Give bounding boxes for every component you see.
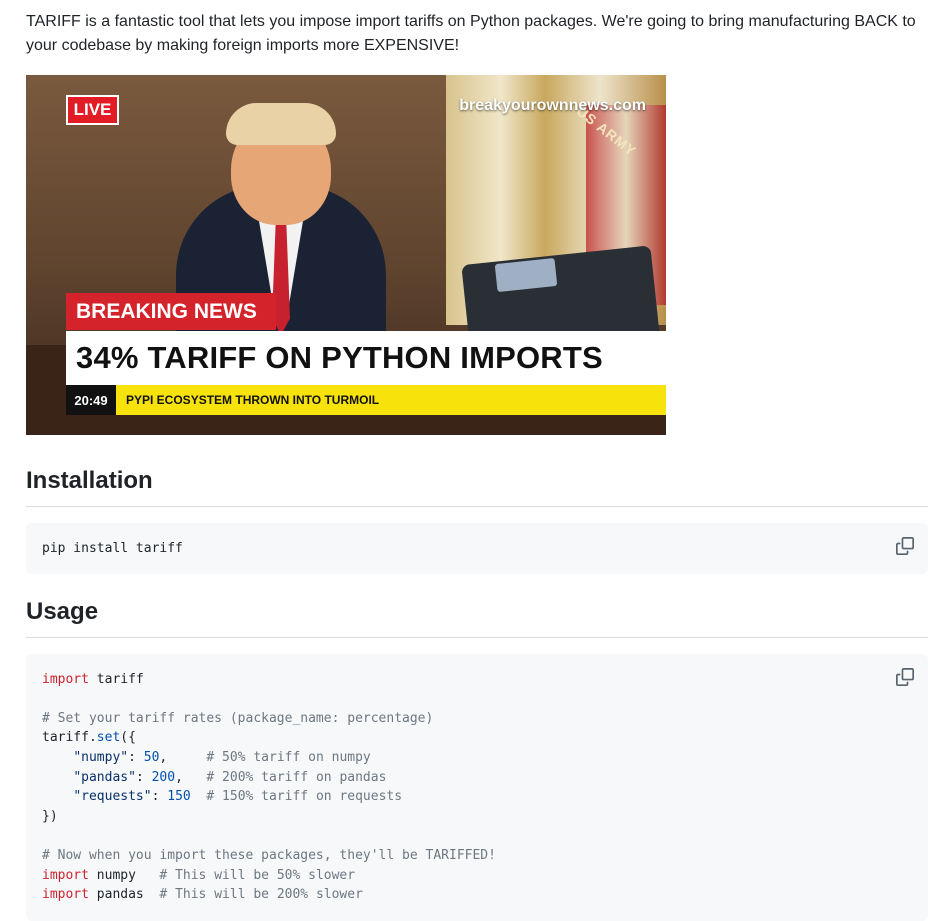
ticker-text: PYPI ECOSYSTEM THROWN INTO TURMOIL (126, 393, 380, 407)
code-punct: ({ (120, 730, 136, 746)
usage-heading: Usage (26, 597, 99, 625)
installation-heading-wrap: Installation (26, 466, 928, 507)
code-comment: # This will be 200% slower (159, 887, 363, 903)
news-headline: 34% TARIFF ON PYTHON IMPORTS (66, 331, 666, 385)
code-comment: # 200% tariff on pandas (206, 769, 387, 785)
live-badge: LIVE (66, 95, 119, 125)
ticker-time: 20:49 (66, 385, 116, 415)
code-punct: }) (42, 808, 58, 824)
install-code-block: pip install tariff (26, 523, 928, 574)
usage-code[interactable]: import tariff # Set your tariff rates (p… (26, 654, 928, 921)
news-site-label: breakyourownnews.com (459, 97, 646, 114)
code-comment: # This will be 50% slower (159, 867, 356, 883)
code-string: "pandas" (73, 769, 136, 785)
code-object: tariff. (42, 730, 97, 746)
code-number: 50 (143, 749, 160, 765)
copy-icon[interactable] (896, 537, 914, 555)
code-comment: # 50% tariff on numpy (206, 749, 371, 765)
usage-code-block: import tariff # Set your tariff rates (p… (26, 653, 928, 921)
keyword-import: import (42, 887, 89, 903)
code-number: 150 (167, 789, 191, 805)
install-code[interactable]: pip install tariff (26, 523, 928, 574)
breaking-news-banner: BREAKING NEWS (66, 293, 276, 330)
module-name: numpy (88, 867, 136, 883)
news-ticker: 20:49 PYPI ECOSYSTEM THROWN INTO TURMOIL (66, 385, 666, 415)
code-string: "requests" (73, 789, 152, 805)
code-comment: # Now when you import these packages, th… (42, 847, 496, 863)
code-comment: # 150% tariff on requests (206, 789, 403, 805)
person-hair-graphic (226, 103, 336, 145)
breaking-news-image: US ARMY LIVE breakyourownnews.com BREAKI… (26, 75, 666, 435)
keyword-import: import (42, 867, 89, 883)
intro-paragraph: TARIFF is a fantastic tool that lets you… (26, 13, 916, 54)
code-comment: # Set your tariff rates (package_name: p… (42, 710, 434, 726)
usage-heading-wrap: Usage (26, 597, 928, 638)
code-function: set (96, 730, 121, 746)
keyword-import: import (42, 671, 89, 687)
installation-heading: Installation (26, 467, 153, 494)
readme-content: TARIFF is a fantastic tool that lets you… (26, 0, 928, 921)
install-command: pip install tariff (42, 541, 183, 556)
copy-icon[interactable] (896, 667, 914, 686)
code-string: "numpy" (73, 749, 129, 765)
module-name: pandas (88, 887, 144, 903)
module-name: tariff (88, 671, 144, 687)
code-number: 200 (151, 769, 176, 785)
